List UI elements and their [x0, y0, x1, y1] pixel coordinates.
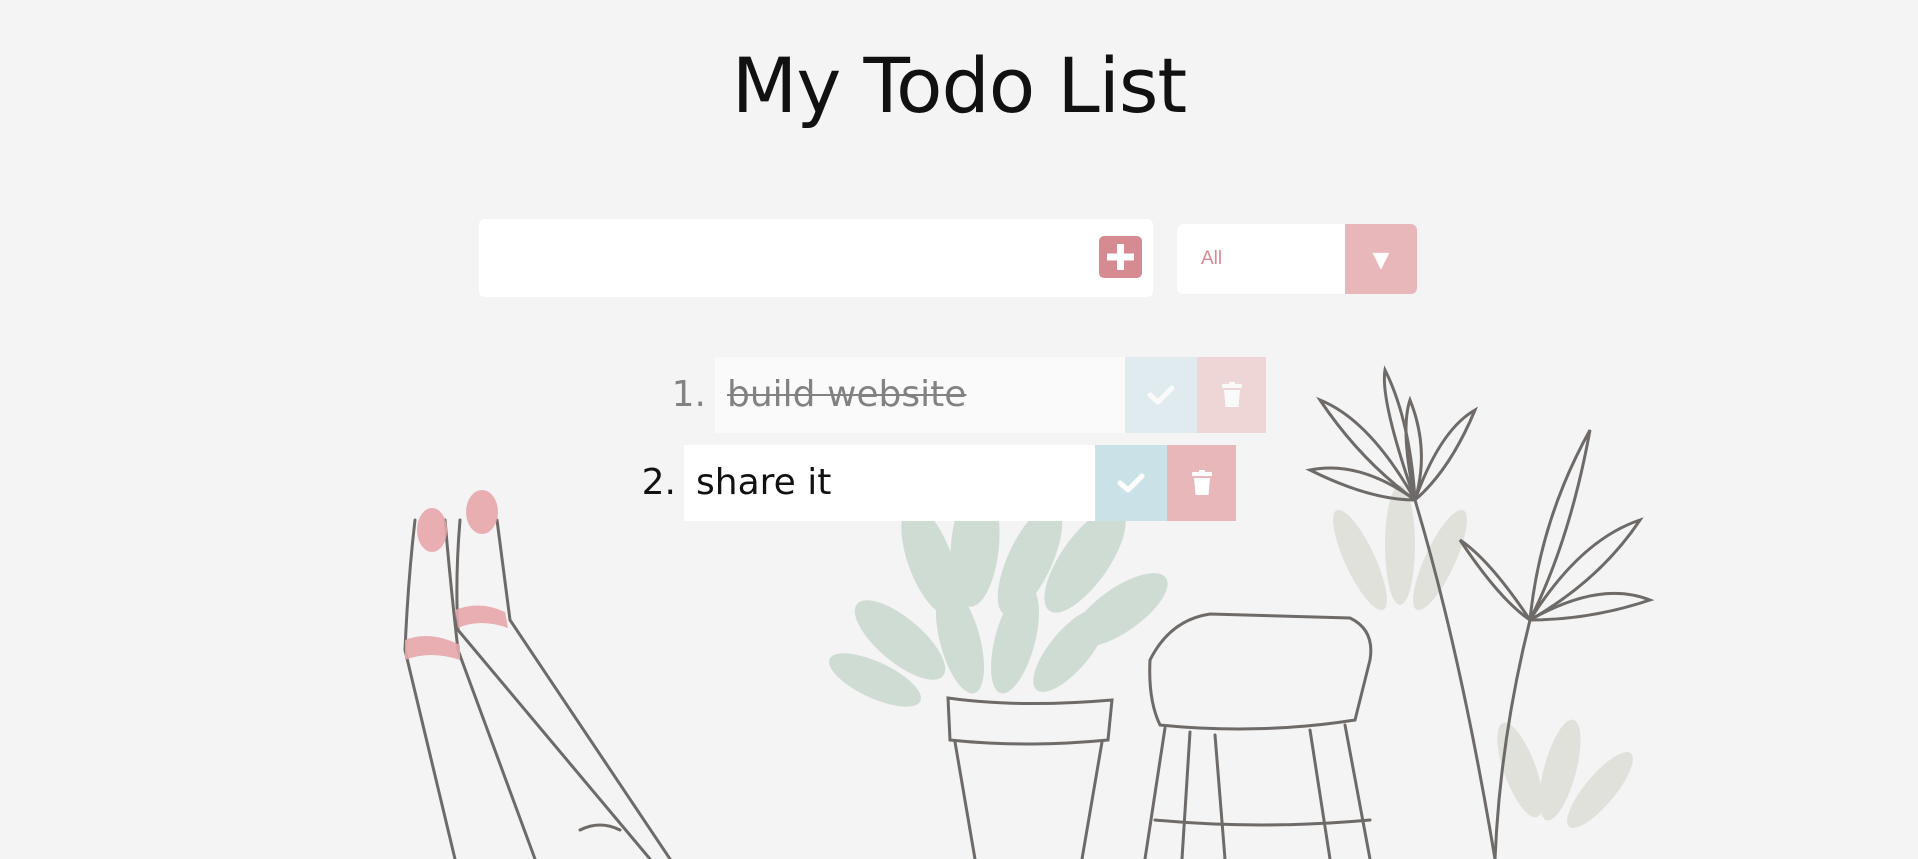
add-todo-form [479, 219, 1153, 297]
check-icon [1147, 385, 1175, 405]
flower-pot-illustration [946, 696, 1114, 859]
raised-legs-illustration [403, 518, 672, 859]
filter-select[interactable]: All ▼ [1177, 224, 1417, 294]
todo-app-page: My Todo List All ▼ 1. build website 2. s… [0, 0, 1918, 859]
todo-number: 2. [641, 462, 676, 503]
chevron-down-icon: ▼ [1345, 224, 1417, 294]
todo-text: share it [696, 462, 832, 503]
todo-text: build website [727, 374, 967, 415]
stool-illustration [1143, 612, 1373, 859]
todo-number: 1. [671, 374, 706, 415]
trash-icon [1191, 470, 1212, 495]
todo-body: share it [684, 445, 1095, 521]
add-todo-button[interactable] [1099, 236, 1142, 278]
complete-button[interactable] [1125, 357, 1197, 433]
todo-input[interactable] [479, 219, 1079, 297]
page-title: My Todo List [731, 41, 1187, 130]
delete-button[interactable] [1197, 357, 1266, 433]
plus-icon [1107, 244, 1134, 270]
complete-button[interactable] [1095, 445, 1167, 521]
todo-body: build website [715, 357, 1125, 433]
delete-button[interactable] [1167, 445, 1236, 521]
filter-selected-value: All [1201, 248, 1223, 269]
check-icon [1117, 473, 1145, 493]
trash-icon [1221, 382, 1242, 407]
